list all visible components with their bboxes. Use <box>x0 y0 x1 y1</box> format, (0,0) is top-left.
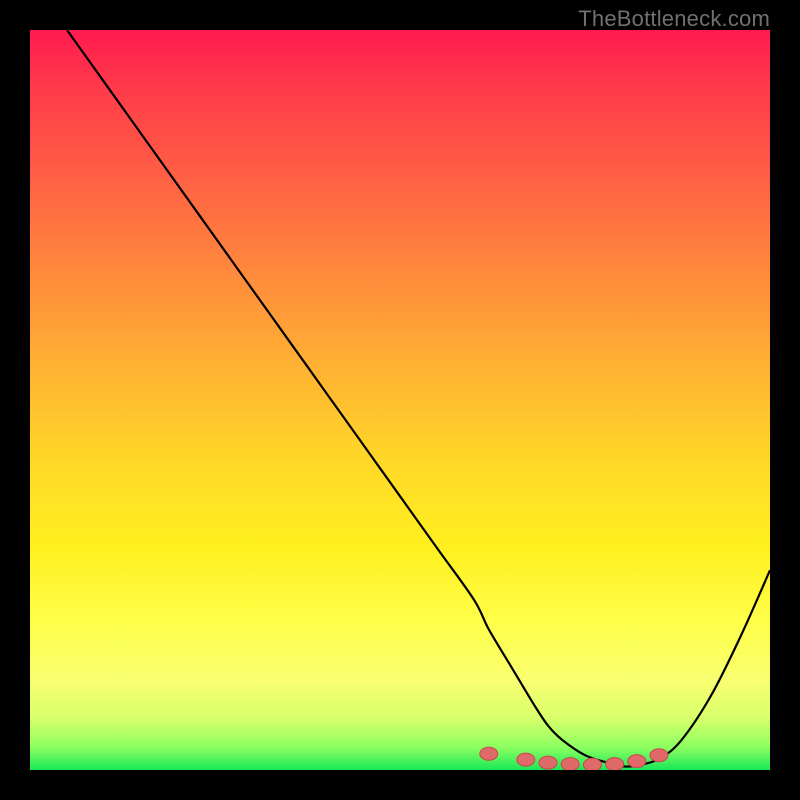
curve-marker <box>583 758 601 770</box>
attribution-label: TheBottleneck.com <box>578 6 770 32</box>
curve-marker <box>628 755 646 768</box>
curve-marker <box>606 758 624 770</box>
bottleneck-curve-path <box>67 30 770 767</box>
bottleneck-curve-svg <box>30 30 770 770</box>
curve-marker <box>539 756 557 769</box>
curve-marker <box>650 749 668 762</box>
chart-frame: TheBottleneck.com <box>0 0 800 800</box>
gradient-plot-area <box>30 30 770 770</box>
curve-marker <box>517 753 535 766</box>
marker-group <box>480 747 668 770</box>
curve-marker <box>561 758 579 770</box>
curve-marker <box>480 747 498 760</box>
